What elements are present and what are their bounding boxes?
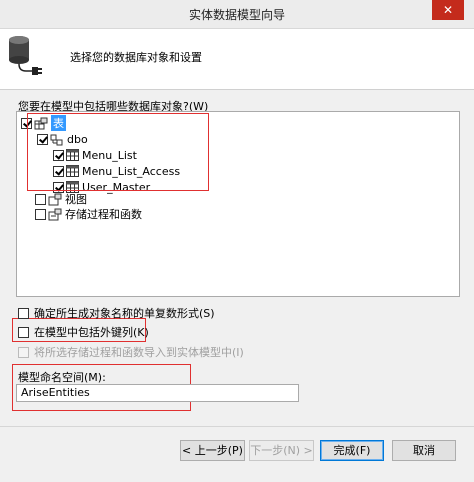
database-objects-tree[interactable]: 表 dbo Menu_List Menu_List_Access User_Ma… — [16, 111, 460, 297]
database-plug-icon — [9, 36, 42, 75]
table-icon — [66, 165, 79, 177]
foreign-keys-checkbox[interactable] — [18, 326, 29, 338]
procs-label: 存储过程和函数 — [65, 208, 142, 221]
close-icon: ✕ — [442, 3, 454, 17]
footer-divider — [0, 426, 474, 427]
tree-node-procs[interactable]: 存储过程和函数 — [35, 206, 142, 222]
import-procs-label: 将所选存储过程和函数导入到实体模型中(I) — [34, 346, 244, 359]
namespace-input[interactable]: AriseEntities — [16, 384, 299, 402]
views-label: 视图 — [65, 193, 87, 206]
tables-label: 表 — [51, 115, 66, 131]
previous-button[interactable]: < 上一步(P) — [180, 440, 245, 461]
namespace-label: 模型命名空间(M): — [18, 371, 106, 384]
pluralize-checkbox[interactable] — [18, 307, 29, 319]
tree-node-views[interactable]: 视图 — [35, 191, 87, 207]
menu-list-access-checkbox[interactable] — [53, 165, 64, 177]
procs-checkbox[interactable] — [35, 208, 46, 220]
import-procs-checkbox — [18, 346, 29, 358]
header-subtitle: 选择您的数据库对象和设置 — [70, 51, 202, 64]
table-icon — [66, 149, 79, 161]
next-button: 下一步(N) > — [249, 440, 314, 461]
tables-folder-icon — [34, 117, 48, 129]
menu-list-checkbox[interactable] — [53, 149, 64, 161]
menu-list-label: Menu_List — [82, 148, 137, 162]
cancel-button[interactable]: 取消 — [392, 440, 456, 461]
wizard-header: 选择您的数据库对象和设置 — [0, 29, 474, 90]
finish-button[interactable]: 完成(F) — [320, 440, 384, 461]
views-checkbox[interactable] — [35, 193, 46, 205]
pluralize-label: 确定所生成对象名称的单复数形式(S) — [34, 307, 215, 320]
tree-node-menu-list[interactable]: Menu_List — [53, 147, 137, 163]
tree-node-tables[interactable]: 表 — [21, 115, 66, 131]
user-master-label: User_Master — [82, 180, 151, 194]
close-button[interactable]: ✕ — [432, 0, 464, 20]
schema-icon — [50, 134, 63, 145]
procs-folder-icon — [48, 208, 62, 220]
views-folder-icon — [48, 193, 62, 205]
dbo-checkbox[interactable] — [37, 133, 48, 145]
import-procs-option: 将所选存储过程和函数导入到实体模型中(I) — [18, 344, 244, 360]
tree-node-menu-list-access[interactable]: Menu_List_Access — [53, 163, 180, 179]
foreign-keys-option[interactable]: 在模型中包括外键列(K) — [18, 324, 149, 340]
window-title: 实体数据模型向导 — [188, 8, 285, 22]
menu-list-access-label: Menu_List_Access — [82, 164, 181, 178]
foreign-keys-label: 在模型中包括外键列(K) — [34, 326, 149, 339]
tree-node-dbo[interactable]: dbo — [37, 131, 88, 147]
title-bar: 实体数据模型向导 ✕ — [0, 0, 474, 29]
tables-checkbox[interactable] — [21, 117, 32, 129]
pluralize-option[interactable]: 确定所生成对象名称的单复数形式(S) — [18, 305, 215, 321]
dbo-label: dbo — [67, 132, 88, 146]
